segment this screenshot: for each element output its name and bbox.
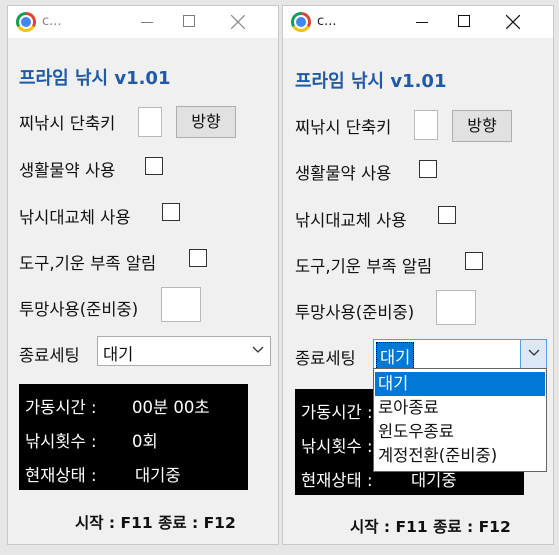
hook-shortcut-label: 찌낚시 단축키 bbox=[295, 118, 392, 137]
title-bar[interactable]: c... bbox=[283, 6, 553, 38]
end-setting-label: 종료세팅 bbox=[295, 349, 356, 368]
state-label: 현재상태 : bbox=[301, 471, 373, 490]
end-setting-label: 종료세팅 bbox=[19, 346, 80, 365]
app-window-right: c... 프라임 낚시 v1.01 찌낚시 단축키 방향 생활물약 사용 낚시대… bbox=[282, 5, 554, 545]
run-time-label: 가동시간 : bbox=[25, 398, 97, 417]
tool-energy-alert-label: 도구,기운 부족 알림 bbox=[295, 257, 433, 276]
hotkey-footer: 시작 : F11 종료 : F12 bbox=[75, 514, 236, 532]
use-life-potion-label: 생활물약 사용 bbox=[19, 161, 116, 180]
fish-count-value: 0회 bbox=[132, 432, 158, 451]
dropdown-option[interactable]: 윈도우종료 bbox=[375, 420, 545, 444]
chevron-down-icon bbox=[252, 346, 264, 353]
end-setting-combobox[interactable]: 대기 bbox=[97, 336, 271, 366]
close-icon bbox=[506, 15, 520, 29]
end-setting-dropdown-list: 대기 로아종료 윈도우종료 계정전환(준비중) bbox=[373, 368, 547, 472]
throw-net-input[interactable] bbox=[436, 290, 476, 325]
end-setting-value: 대기 bbox=[376, 342, 415, 370]
hook-shortcut-input[interactable] bbox=[414, 110, 438, 140]
direction-button[interactable]: 방향 bbox=[176, 106, 236, 138]
throw-net-input[interactable] bbox=[161, 287, 201, 322]
run-time-value: 00분 00초 bbox=[132, 398, 210, 417]
app-heading: 프라임 낚시 v1.01 bbox=[19, 68, 171, 89]
use-throw-net-label: 투망사용(준비중) bbox=[19, 300, 139, 319]
fish-count-label: 낚시횟수 : bbox=[25, 432, 97, 451]
hook-shortcut-input[interactable] bbox=[138, 107, 162, 137]
hook-shortcut-label: 찌낚시 단축키 bbox=[19, 114, 116, 133]
use-fishing-replace-label: 낚시대교체 사용 bbox=[295, 211, 407, 230]
maximize-button[interactable] bbox=[168, 6, 212, 38]
use-fishing-replace-label: 낚시대교체 사용 bbox=[19, 208, 131, 227]
dropdown-option[interactable]: 로아종료 bbox=[375, 396, 545, 420]
chrome-icon bbox=[16, 12, 36, 32]
minimize-button[interactable] bbox=[401, 6, 445, 38]
minimize-button[interactable] bbox=[126, 6, 170, 38]
end-setting-value: 대기 bbox=[103, 345, 134, 364]
use-fishing-replace-checkbox[interactable] bbox=[438, 206, 456, 224]
end-setting-combobox[interactable]: 대기 bbox=[373, 339, 547, 370]
state-value: 대기중 bbox=[135, 466, 181, 485]
direction-button[interactable]: 방향 bbox=[452, 110, 512, 142]
use-life-potion-checkbox[interactable] bbox=[419, 160, 437, 178]
close-button[interactable] bbox=[216, 6, 260, 38]
state-label: 현재상태 : bbox=[25, 466, 97, 485]
tool-energy-alert-checkbox[interactable] bbox=[189, 249, 207, 267]
chrome-icon bbox=[291, 12, 311, 32]
chevron-down-icon bbox=[528, 349, 540, 356]
close-icon bbox=[231, 15, 245, 29]
tool-energy-alert-label: 도구,기운 부족 알림 bbox=[19, 254, 157, 273]
run-time-label: 가동시간 : bbox=[301, 403, 373, 422]
use-life-potion-label: 생활물약 사용 bbox=[295, 164, 392, 183]
app-window-left: c... 프라임 낚시 v1.01 찌낚시 단축키 방향 생활물약 사용 낚시대… bbox=[7, 5, 279, 545]
app-heading: 프라임 낚시 v1.01 bbox=[295, 71, 447, 92]
use-fishing-replace-checkbox[interactable] bbox=[162, 203, 180, 221]
dropdown-option[interactable]: 대기 bbox=[375, 372, 545, 396]
tool-energy-alert-checkbox[interactable] bbox=[465, 252, 483, 270]
hotkey-footer: 시작 : F11 종료 : F12 bbox=[350, 518, 511, 536]
use-life-potion-checkbox[interactable] bbox=[145, 157, 163, 175]
window-title: c... bbox=[42, 14, 62, 29]
status-panel: 가동시간 : 00분 00초 낚시횟수 : 0회 현재상태 : 대기중 bbox=[19, 384, 248, 490]
dropdown-option[interactable]: 계정전환(준비중) bbox=[375, 444, 545, 468]
maximize-button[interactable] bbox=[443, 6, 487, 38]
close-button[interactable] bbox=[491, 6, 535, 38]
fish-count-label: 낚시횟수 : bbox=[301, 437, 373, 456]
use-throw-net-label: 투망사용(준비중) bbox=[295, 303, 415, 322]
window-title: c... bbox=[317, 14, 337, 29]
title-bar[interactable]: c... bbox=[8, 6, 278, 38]
